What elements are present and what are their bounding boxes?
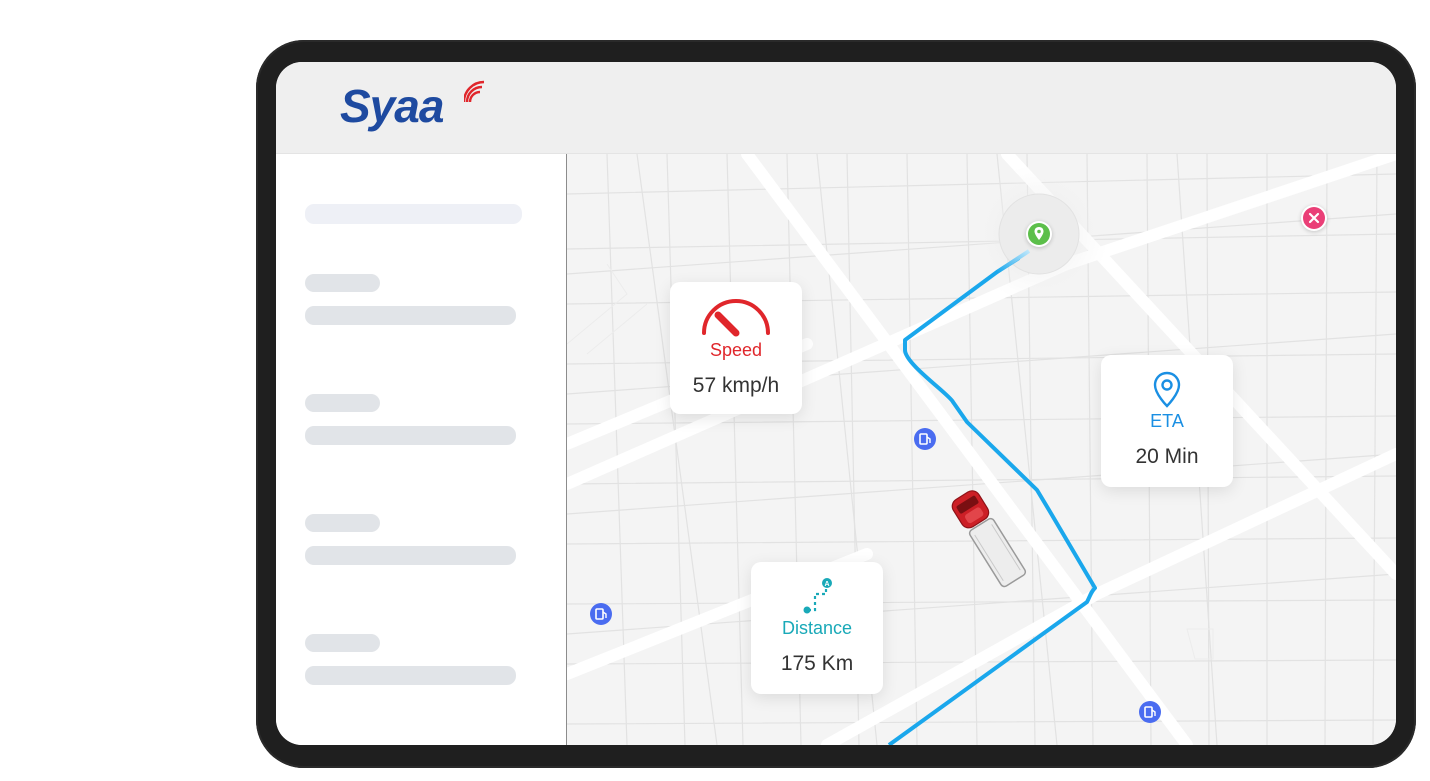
distance-card: A Distance 175 Km <box>751 562 883 694</box>
distance-value: 175 Km <box>780 652 854 675</box>
fuel-station-marker[interactable] <box>1139 701 1161 723</box>
sidebar-item-placeholder[interactable] <box>305 666 516 685</box>
eta-card: ETA 20 Min <box>1101 355 1233 487</box>
fuel-station-icon <box>1144 706 1156 718</box>
app-screen: Syaa Speed 57 kmp/h ETA 20 Min A Distanc… <box>276 62 1396 745</box>
route-layer <box>887 164 1109 745</box>
sidebar-item-heading-placeholder <box>305 634 380 652</box>
fuel-station-marker[interactable] <box>590 603 612 625</box>
sidebar-item-placeholder[interactable] <box>305 546 516 565</box>
blocked-road-marker[interactable] <box>1301 205 1327 231</box>
map-view[interactable]: Speed 57 kmp/h ETA 20 Min A Distance 175… <box>567 154 1396 745</box>
sidebar-item-heading-placeholder <box>305 514 380 532</box>
destination-pin-icon <box>1028 223 1050 245</box>
eta-value: 20 Min <box>1135 445 1199 468</box>
speedometer-icon <box>702 299 770 337</box>
sidebar-item-heading-placeholder <box>305 274 380 292</box>
speed-card: Speed 57 kmp/h <box>670 282 802 414</box>
sidebar-item-placeholder[interactable] <box>305 426 516 445</box>
close-icon <box>1303 207 1325 229</box>
brand-logo[interactable]: Syaa <box>340 78 500 134</box>
brand-logo-text: Syaa <box>340 80 444 132</box>
speed-value: 57 kmp/h <box>692 374 780 397</box>
distance-label: Distance <box>781 618 853 638</box>
speed-label: Speed <box>709 340 763 360</box>
eta-label: ETA <box>1150 411 1184 431</box>
destination-marker[interactable] <box>1026 221 1052 247</box>
location-pin-icon <box>1153 371 1181 408</box>
fuel-station-icon <box>919 433 931 445</box>
sidebar-item-heading-placeholder <box>305 394 380 412</box>
fuel-station-marker[interactable] <box>914 428 936 450</box>
app-header: Syaa <box>276 62 1396 154</box>
signal-arcs-icon <box>464 80 485 103</box>
fuel-station-icon <box>595 608 607 620</box>
sidebar <box>276 154 567 745</box>
sidebar-search-placeholder[interactable] <box>305 204 522 224</box>
route-icon: A <box>803 578 832 614</box>
svg-text:A: A <box>824 581 829 588</box>
sidebar-item-placeholder[interactable] <box>305 306 516 325</box>
